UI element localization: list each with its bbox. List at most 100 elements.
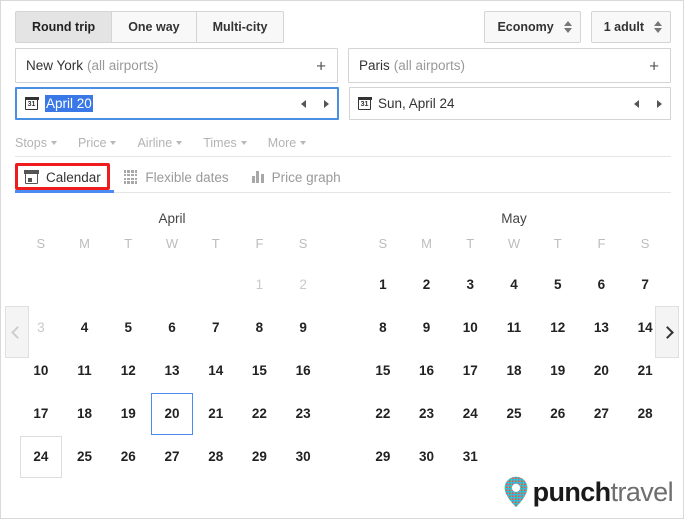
dates-row: 31 April 20 31 Sun, April 24 [15, 87, 671, 120]
day-cell[interactable]: 22 [238, 392, 282, 435]
day-cell-empty [106, 263, 150, 306]
day-cell[interactable]: 30 [405, 435, 449, 478]
day-cell[interactable]: 6 [150, 306, 194, 349]
day-cell[interactable]: 17 [448, 349, 492, 392]
search-options-row: Round trip One way Multi-city Economy 1 ad… [15, 11, 671, 43]
day-cell[interactable]: 8 [361, 306, 405, 349]
day-cell[interactable]: 21 [194, 392, 238, 435]
passenger-count-picker[interactable]: 1 adult [590, 11, 671, 43]
calendar-month-may: May S M T W T F S 1 2 3 4 5 6 7 8 9 10 11 12 13 14 15 16 17 18 19 2… [343, 197, 684, 478]
trip-type-multi-city[interactable]: Multi-city [195, 11, 285, 43]
destination-field[interactable]: Paris (all airports) + [348, 48, 671, 83]
day-cell[interactable]: 23 [281, 392, 325, 435]
day-cell[interactable]: 2 [405, 263, 449, 306]
return-date-prev-icon[interactable] [634, 99, 639, 108]
day-number: 17 [462, 363, 478, 378]
cabin-class-picker[interactable]: Economy [484, 11, 581, 43]
day-cell[interactable]: 27 [580, 392, 624, 435]
depart-date-prev-icon[interactable] [301, 99, 306, 108]
day-cell[interactable]: 11 [492, 306, 536, 349]
add-origin-icon[interactable]: + [316, 57, 326, 74]
calendar-next-month-button[interactable] [655, 306, 679, 358]
day-cell[interactable]: 17 [19, 392, 63, 435]
day-number: 14 [208, 363, 224, 378]
day-cell[interactable]: 29 [361, 435, 405, 478]
day-cell[interactable]: 20 [580, 349, 624, 392]
day-cell[interactable]: 8 [238, 306, 282, 349]
day-cell[interactable]: 9 [281, 306, 325, 349]
day-cell[interactable]: 1 [361, 263, 405, 306]
return-date-field[interactable]: 31 Sun, April 24 [349, 87, 671, 120]
weekday-header-row: SMTWTFS [343, 236, 684, 263]
view-tab-label: Calendar [46, 169, 101, 185]
weekday-label: T [124, 236, 133, 251]
day-cell[interactable]: 7 [194, 306, 238, 349]
filter-more[interactable]: More [268, 136, 307, 150]
day-cell[interactable]: 28 [623, 392, 667, 435]
filter-price[interactable]: Price [77, 135, 117, 150]
filter-stops[interactable]: Stops [15, 136, 57, 150]
day-cell[interactable]: 4 [492, 263, 536, 306]
day-cell[interactable]: 19 [106, 392, 150, 435]
return-date-next-icon[interactable] [657, 99, 662, 108]
filter-label: Price [77, 135, 107, 150]
day-cell[interactable]: 30 [281, 435, 325, 478]
view-tab-label: Price graph [271, 169, 341, 185]
filter-times[interactable]: Times [203, 136, 247, 150]
day-cell[interactable]: 13 [580, 306, 624, 349]
add-destination-icon[interactable]: + [649, 57, 659, 74]
day-cell[interactable]: 19 [536, 349, 580, 392]
view-tab-calendar[interactable]: Calendar [15, 162, 114, 193]
day-number: 27 [164, 449, 180, 464]
day-cell[interactable]: 12 [536, 306, 580, 349]
day-cell[interactable]: 24 [448, 392, 492, 435]
day-cell[interactable]: 15 [361, 349, 405, 392]
day-cell[interactable]: 9 [405, 306, 449, 349]
day-cell[interactable]: 25 [63, 435, 107, 478]
day-cell[interactable]: 11 [63, 349, 107, 392]
view-tab-flexible-dates[interactable]: Flexible dates [114, 162, 242, 192]
day-cell[interactable]: 28 [194, 435, 238, 478]
return-date-steppers [634, 99, 662, 108]
view-tab-price-graph[interactable]: Price graph [242, 162, 354, 192]
grid-icon [123, 170, 138, 184]
depart-date-field[interactable]: 31 April 20 [15, 87, 339, 120]
day-cell[interactable]: 31 [448, 435, 492, 478]
day-cell[interactable]: 10 [448, 306, 492, 349]
day-number: 20 [150, 392, 193, 435]
day-cell[interactable]: 25 [492, 392, 536, 435]
day-cell[interactable]: 20 [150, 392, 194, 435]
day-cell[interactable]: 18 [63, 392, 107, 435]
day-cell[interactable]: 16 [405, 349, 449, 392]
day-cell[interactable]: 13 [150, 349, 194, 392]
trip-type-segmented-control[interactable]: Round trip One way Multi-city [15, 11, 285, 43]
trip-type-one-way[interactable]: One way [111, 11, 196, 43]
day-number: 11 [77, 363, 92, 378]
day-cell[interactable]: 6 [580, 263, 624, 306]
day-cell[interactable]: 22 [361, 392, 405, 435]
calendar-prev-month-button[interactable] [5, 306, 29, 358]
day-cell[interactable]: 16 [281, 349, 325, 392]
day-cell[interactable]: 5 [106, 306, 150, 349]
weekday-label: W [165, 236, 179, 251]
weekday-label: S [640, 236, 650, 251]
day-cell[interactable]: 26 [536, 392, 580, 435]
day-cell[interactable]: 7 [623, 263, 667, 306]
day-cell[interactable]: 24 [19, 435, 63, 478]
day-cell[interactable]: 5 [536, 263, 580, 306]
day-cell[interactable]: 23 [405, 392, 449, 435]
trip-type-round-trip[interactable]: Round trip [15, 11, 112, 43]
day-cell[interactable]: 12 [106, 349, 150, 392]
day-cell[interactable]: 14 [194, 349, 238, 392]
day-cell[interactable]: 4 [63, 306, 107, 349]
day-cell[interactable]: 15 [238, 349, 282, 392]
day-cell[interactable]: 27 [150, 435, 194, 478]
origin-field[interactable]: New York (all airports) + [15, 48, 338, 83]
filter-bar: Stops Price Airline Times More [15, 129, 671, 157]
filter-airline[interactable]: Airline [137, 136, 183, 150]
depart-date-next-icon[interactable] [324, 99, 329, 108]
day-cell[interactable]: 3 [448, 263, 492, 306]
day-cell[interactable]: 29 [238, 435, 282, 478]
day-cell[interactable]: 18 [492, 349, 536, 392]
day-cell[interactable]: 26 [106, 435, 150, 478]
